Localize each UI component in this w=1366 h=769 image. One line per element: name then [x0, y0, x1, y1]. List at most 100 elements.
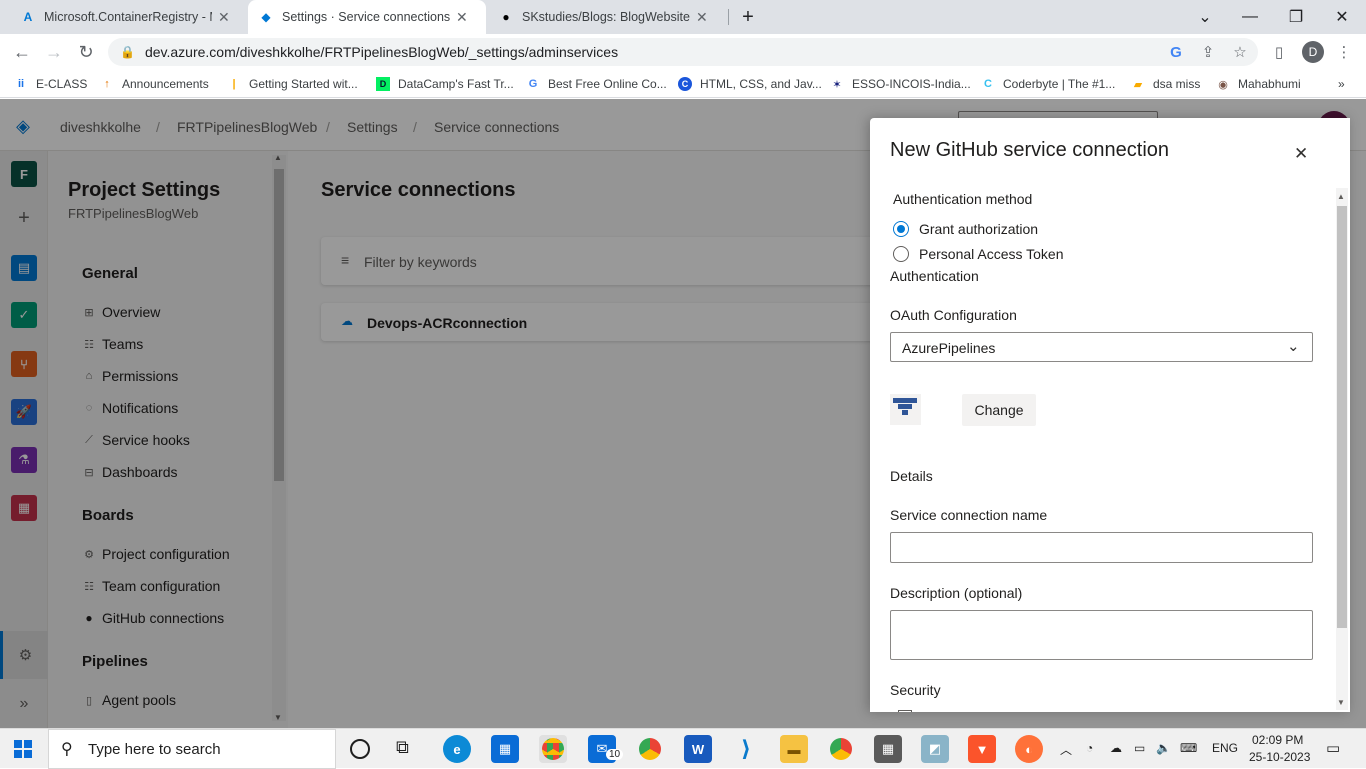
- bookmark-mahabhumi[interactable]: ◉ Mahabhumi: [1216, 75, 1301, 93]
- new-github-service-connection-panel: New GitHub service connection ✕ Authenti…: [870, 118, 1350, 712]
- panel-scroll-down-icon[interactable]: ▼: [1337, 698, 1345, 707]
- bookmark-label: dsa miss: [1153, 77, 1201, 91]
- bookmark-datacamp[interactable]: D DataCamp's Fast Tr...: [376, 75, 514, 93]
- cloud-icon[interactable]: ☁: [1110, 741, 1122, 755]
- bookmark-label: HTML, CSS, and Jav...: [700, 77, 822, 91]
- mail-badge: 10: [606, 749, 624, 760]
- brave-icon[interactable]: ▼: [968, 735, 996, 763]
- bookmarks-overflow-icon[interactable]: »: [1338, 75, 1345, 93]
- security-checkbox[interactable]: [898, 710, 912, 712]
- forward-icon[interactable]: →: [40, 38, 68, 66]
- course-icon: C: [678, 77, 692, 91]
- pin-icon: ↑: [104, 78, 110, 90]
- change-button[interactable]: Change: [962, 394, 1036, 426]
- service-connection-name-input[interactable]: [890, 532, 1313, 563]
- bookmark-eclass[interactable]: ii E-CLASS: [14, 75, 87, 93]
- network-icon[interactable]: ◔: [1086, 741, 1093, 755]
- browser-tab-container-registry[interactable]: A Microsoft.ContainerRegistry - M ✕: [10, 0, 248, 34]
- task-view-icon[interactable]: ⧉: [396, 737, 409, 758]
- calculator-icon[interactable]: ▦: [874, 735, 902, 763]
- iirs-icon: ii: [17, 78, 25, 90]
- personal-access-token-label[interactable]: Personal Access Token: [919, 246, 1064, 262]
- windows-start-icon[interactable]: [14, 740, 32, 758]
- language-indicator[interactable]: ENG: [1212, 741, 1238, 755]
- keyboard-icon[interactable]: ⌨: [1180, 741, 1197, 755]
- edge-icon[interactable]: e: [443, 735, 471, 763]
- auth-method-label: Authentication method: [893, 191, 1033, 207]
- word-icon[interactable]: W: [684, 735, 712, 763]
- menu-kebab-icon[interactable]: ⋮: [1334, 42, 1354, 62]
- clock-date[interactable]: 25-10-2023: [1249, 750, 1310, 764]
- close-tab-icon[interactable]: ✕: [218, 9, 230, 26]
- cortana-icon[interactable]: [350, 739, 370, 759]
- bookmark-label: Announcements: [122, 77, 209, 91]
- side-panel-icon[interactable]: ▯: [1269, 42, 1289, 62]
- incois-icon: ✶: [832, 78, 842, 91]
- minimize-icon[interactable]: —: [1230, 4, 1270, 30]
- tray-chevron-icon[interactable]: ︿: [1060, 741, 1072, 758]
- bookmark-best-free-online[interactable]: G Best Free Online Co...: [526, 75, 667, 93]
- details-label: Details: [890, 468, 933, 484]
- bookmark-html-css[interactable]: C HTML, CSS, and Jav...: [678, 75, 822, 93]
- profile-avatar[interactable]: D: [1302, 41, 1324, 63]
- back-icon[interactable]: ←: [8, 38, 36, 66]
- store-icon[interactable]: ▦: [491, 735, 519, 763]
- vscode-icon[interactable]: ⟩: [732, 735, 760, 763]
- github-icon: ●: [502, 10, 510, 24]
- close-tab-icon[interactable]: ✕: [696, 9, 708, 26]
- address-bar[interactable]: 🔒 dev.azure.com/diveshkkolhe/FRTPipeline…: [108, 38, 1258, 66]
- taskbar-search-box[interactable]: ⚲ Type here to search: [48, 729, 336, 769]
- panel-scroll-thumb[interactable]: [1337, 206, 1347, 628]
- close-tab-icon[interactable]: ✕: [456, 9, 468, 26]
- service-connection-name-label: Service connection name: [890, 507, 1048, 523]
- file-explorer-icon[interactable]: ▬: [780, 735, 808, 763]
- clock-time[interactable]: 02:09 PM: [1252, 733, 1303, 747]
- bookmark-label: DataCamp's Fast Tr...: [398, 77, 514, 91]
- grant-authorization-radio[interactable]: [893, 221, 909, 237]
- chrome-icon[interactable]: [539, 735, 567, 763]
- tab-title: SKstudies/Blogs: BlogWebsitePr: [522, 10, 690, 24]
- bookmark-coderbyte[interactable]: C Coderbyte | The #1...: [981, 75, 1115, 93]
- google-translate-icon[interactable]: G: [1166, 42, 1186, 62]
- browser-tab-service-connections[interactable]: ◆ Settings · Service connections (F ✕: [248, 0, 486, 34]
- azure-icon: A: [23, 10, 33, 24]
- maximize-icon[interactable]: ❐: [1276, 4, 1316, 30]
- description-textarea[interactable]: [890, 610, 1313, 660]
- volume-icon[interactable]: 🔈: [1156, 741, 1171, 755]
- reload-icon[interactable]: ↻: [72, 38, 100, 66]
- oauth-app-avatar-icon: [890, 394, 921, 425]
- bookmark-incois[interactable]: ✶ ESSO-INCOIS-India...: [830, 75, 970, 93]
- bookmark-announcements[interactable]: ↑ Announcements: [100, 75, 209, 93]
- chrome-second-icon[interactable]: [827, 735, 855, 763]
- tab-search-icon[interactable]: ⌄: [1185, 4, 1225, 30]
- bookmark-getting-started[interactable]: | Getting Started wit...: [227, 75, 358, 93]
- chrome-profile-icon[interactable]: [636, 735, 664, 763]
- panel-scroll-up-icon[interactable]: ▲: [1337, 192, 1345, 201]
- tab-title: Settings · Service connections (F: [282, 10, 450, 24]
- description-label: Description (optional): [890, 585, 1023, 601]
- browser-tab-github[interactable]: ● SKstudies/Blogs: BlogWebsitePr ✕: [488, 0, 726, 34]
- new-tab-button[interactable]: +: [728, 4, 768, 30]
- coderbyte-icon: C: [984, 78, 992, 90]
- bookmark-label: Mahabhumi: [1238, 77, 1301, 91]
- tab-title: Microsoft.ContainerRegistry - M: [44, 10, 212, 24]
- firefox-icon[interactable]: ◐: [1015, 735, 1043, 763]
- browser-tab-strip: A Microsoft.ContainerRegistry - M ✕ ◆ Se…: [0, 0, 1366, 34]
- folder-icon: ▰: [1133, 78, 1143, 91]
- close-window-icon[interactable]: ✕: [1322, 4, 1362, 30]
- close-icon[interactable]: ✕: [1294, 144, 1308, 164]
- battery-icon[interactable]: ▭: [1134, 741, 1145, 755]
- bookmark-label: Getting Started wit...: [249, 77, 358, 91]
- personal-access-token-radio[interactable]: [893, 246, 909, 262]
- bookmark-star-icon[interactable]: ☆: [1230, 42, 1250, 62]
- oauth-configuration-dropdown[interactable]: AzurePipelines ⌄: [890, 332, 1313, 362]
- share-icon[interactable]: ⇪: [1198, 42, 1218, 62]
- app-icon[interactable]: ◩: [921, 735, 949, 763]
- notification-center-icon[interactable]: ▭: [1326, 739, 1340, 757]
- taskbar-search-placeholder: Type here to search: [88, 741, 221, 758]
- grant-authorization-label[interactable]: Grant authorization: [919, 221, 1038, 237]
- devops-icon: ◆: [261, 10, 271, 24]
- browser-toolbar: ← → ↻ 🔒 dev.azure.com/diveshkkolhe/FRTPi…: [0, 34, 1366, 70]
- bookmark-dsa-miss[interactable]: ▰ dsa miss: [1131, 75, 1201, 93]
- bookmark-label: Best Free Online Co...: [548, 77, 667, 91]
